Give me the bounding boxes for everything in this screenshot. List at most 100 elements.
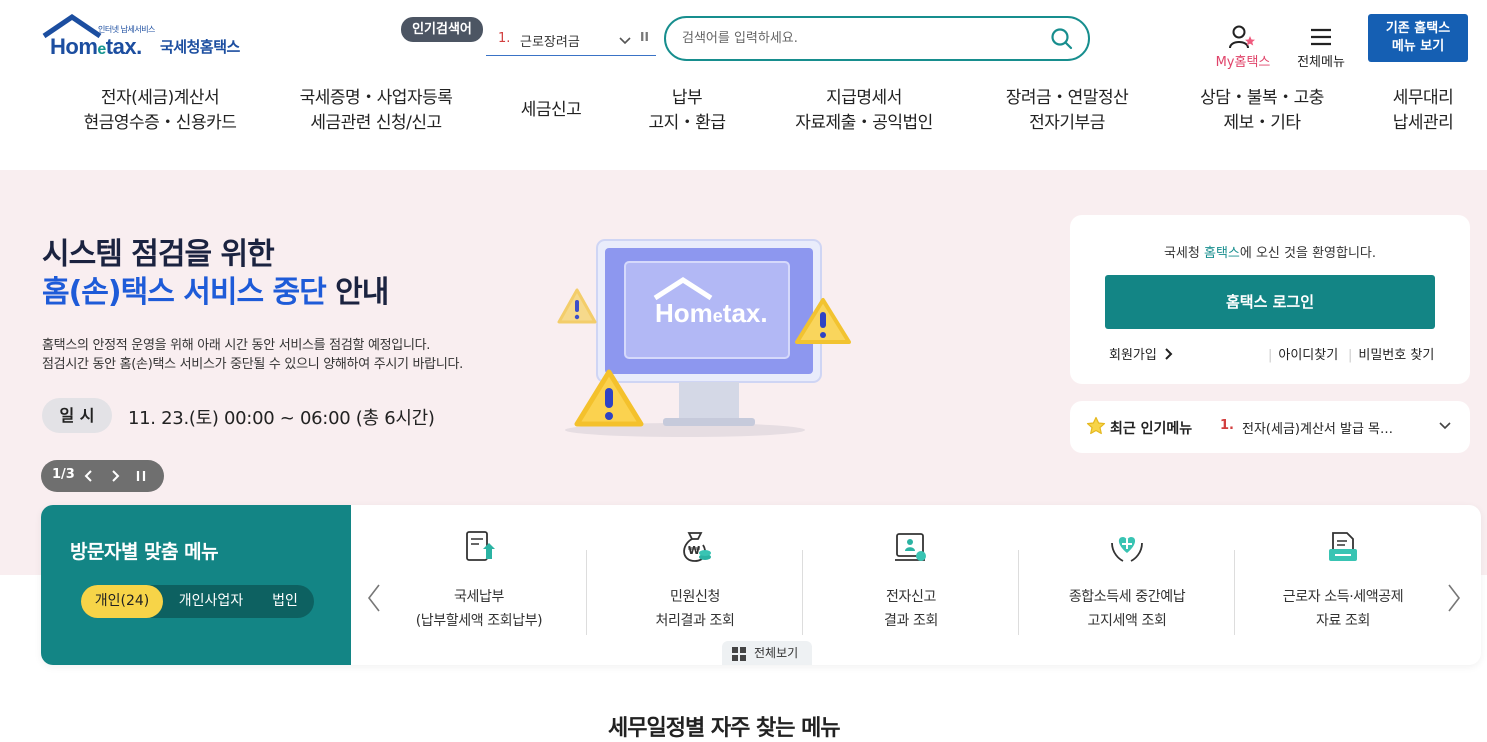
gnb-label: 국세증명・사업자등록 <box>299 88 453 108</box>
join-label: 회원가입 <box>1109 348 1157 363</box>
gnb-label: 납세관리 <box>1392 113 1454 133</box>
gnb-label: 납부 <box>671 88 703 108</box>
quick-menu-line: 자료 조회 <box>1316 613 1370 629</box>
welcome-pre: 국세청 <box>1163 246 1204 261</box>
recent-menu-label: 최근 인기메뉴 <box>1110 421 1193 437</box>
pause-icon[interactable] <box>135 469 147 483</box>
old-menu-line1: 기존 홈택스 <box>1385 21 1451 36</box>
gnb-item-statements[interactable]: 지급명세서자료제출・공익법인 <box>776 86 952 136</box>
quick-menu-line: 종합소득세 중간예납 <box>1068 589 1186 605</box>
chevron-right-icon <box>1165 348 1173 360</box>
gnb-item-consult[interactable]: 상담・불복・고충제보・기타 <box>1180 86 1344 136</box>
visitor-menu-panel: 방문자별 맞춤 메뉴 개인(24) 개인사업자 법인 국세납부 (납부할세액 조회… <box>41 505 1481 665</box>
popular-rank: 1. <box>498 31 511 46</box>
tab-individual[interactable]: 개인(24) <box>81 585 163 618</box>
gnb-label: 전자기부금 <box>1029 113 1105 133</box>
gnb-item-e-invoice[interactable]: 전자(세금)계산서현금영수증・신용카드 <box>62 86 258 136</box>
view-all-button[interactable]: 전체보기 <box>722 641 812 665</box>
welcome-post: 에 오신 것을 환영합니다. <box>1239 246 1377 261</box>
gnb-label: 상담・불복・고충 <box>1200 88 1324 108</box>
illus-logo: Hometax. <box>655 298 768 328</box>
gnb-label: 세금신고 <box>520 100 582 120</box>
hero-desc-line: 점검시간 동안 홈(손)택스 서비스가 중단될 수 있으니 양해하여 주시기 바… <box>42 357 463 372</box>
star-icon <box>1086 416 1106 435</box>
quick-menu-item[interactable]: 전자신고 결과 조회 <box>803 527 1019 637</box>
quick-menu-line: 고지세액 조회 <box>1087 613 1167 629</box>
search-box <box>664 16 1090 61</box>
search-icon[interactable] <box>1050 27 1074 51</box>
login-panel: 국세청 홈택스에 오신 것을 환영합니다. 홈택스 로그인 회원가입 | 아이디찾… <box>1070 215 1470 384</box>
gnb-label: 장려금・연말정산 <box>1005 88 1129 108</box>
chevron-left-icon[interactable] <box>83 469 95 483</box>
tab-sole-proprietor[interactable]: 개인사업자 <box>165 585 257 618</box>
my-hometax-label: My홈택스 <box>1215 55 1271 70</box>
chevron-down-icon[interactable] <box>1438 419 1452 433</box>
visitor-menu-header: 방문자별 맞춤 메뉴 개인(24) 개인사업자 법인 <box>41 505 351 665</box>
recent-popular-menu[interactable]: 최근 인기메뉴 1. 전자(세금)계산서 발급 목… <box>1070 401 1470 453</box>
section-title: 세무일정별 자주 찾는 메뉴 <box>608 716 841 741</box>
quick-menu-line: (납부할세액 조회납부) <box>415 613 543 629</box>
gnb-label: 지급명세서 <box>826 88 902 108</box>
hamburger-icon <box>1311 28 1331 46</box>
gnb-label: 현금영수증・신용카드 <box>83 113 237 133</box>
quick-menu-line: 근로자 소득·세액공제 <box>1282 589 1404 605</box>
gnb-item-incentive[interactable]: 장려금・연말정산전자기부금 <box>986 86 1148 136</box>
gnb-label: 세금관련 신청/신고 <box>310 113 442 133</box>
gnb-item-tax-filing[interactable]: 세금신고 <box>500 98 602 123</box>
find-id-label: 아이디찾기 <box>1278 348 1339 363</box>
quick-menu-item[interactable]: ₩ 민원신청 처리결과 조회 <box>587 527 803 637</box>
gnb-item-payment[interactable]: 납부고지・환급 <box>630 86 744 136</box>
recent-rank: 1. <box>1220 418 1234 433</box>
my-hometax-button[interactable]: My홈택스 <box>1205 24 1281 70</box>
all-menu-button[interactable]: 전체메뉴 <box>1290 24 1352 70</box>
quick-menu-label: 전자신고 결과 조회 <box>803 585 1019 633</box>
gnb-label: 제보・기타 <box>1223 113 1301 133</box>
quick-menu-item[interactable]: 근로자 소득·세액공제자료 조회 <box>1235 527 1451 637</box>
login-button[interactable]: 홈택스 로그인 <box>1105 275 1435 329</box>
popular-search-badge: 인기검색어 <box>401 17 483 42</box>
quick-menu-item[interactable]: 국세납부 (납부할세액 조회납부) <box>371 527 587 637</box>
pause-icon[interactable]: II <box>640 30 649 44</box>
visitor-type-tabs: 개인(24) 개인사업자 법인 <box>81 585 314 618</box>
gnb-label: 자료제출・공익법인 <box>795 113 933 133</box>
visitor-menu-title: 방문자별 맞춤 메뉴 <box>70 541 219 563</box>
find-password-link[interactable]: | 비밀번호 찾기 <box>1348 344 1434 363</box>
divider: | <box>1348 348 1353 363</box>
chevron-down-icon[interactable] <box>618 34 632 48</box>
popular-term[interactable]: 근로장려금 <box>520 31 580 50</box>
logo-wordmark: Hometax. <box>50 34 142 59</box>
main-navigation: 전자(세금)계산서현금영수증・신용카드 국세증명・사업자등록세금관련 신청/신고… <box>0 86 1487 138</box>
quick-menu-line: 전자신고 <box>886 589 936 605</box>
welcome-highlight: 홈택스 <box>1203 246 1240 261</box>
money-bag-icon: ₩ <box>683 532 711 562</box>
join-link[interactable]: 회원가입 <box>1109 344 1173 363</box>
gnb-item-certificate[interactable]: 국세증명・사업자등록세금관련 신청/신고 <box>276 86 476 136</box>
quick-menu-item[interactable]: 종합소득세 중간예납고지세액 조회 <box>1019 527 1235 637</box>
find-id-link[interactable]: | 아이디찾기 <box>1268 344 1338 363</box>
quick-menu-label: 근로자 소득·세액공제자료 조회 <box>1235 585 1451 633</box>
tax-payment-icon <box>466 531 495 561</box>
gnb-item-tax-agent[interactable]: 세무대리 납세관리 <box>1376 86 1470 136</box>
hero-title-tail: 안내 <box>325 275 389 310</box>
search-input[interactable] <box>682 28 1032 48</box>
quick-menu-label: 종합소득세 중간예납고지세액 조회 <box>1019 585 1235 633</box>
logo-korean-name: 국세청홈택스 <box>160 38 240 56</box>
hometax-logo[interactable]: 인터넷 납세서비스 Hometax. 국세청홈택스 <box>42 14 262 62</box>
maintenance-illustration: Hometax. <box>557 239 851 437</box>
old-menu-button[interactable]: 기존 홈택스 메뉴 보기 <box>1368 14 1468 62</box>
grid-icon <box>732 647 746 661</box>
find-password-label: 비밀번호 찾기 <box>1358 348 1435 363</box>
gnb-label: 고지・환급 <box>648 113 726 133</box>
heart-hands-icon <box>1111 537 1143 562</box>
welcome-message: 국세청 홈택스에 오신 것을 환영합니다. <box>1070 242 1470 261</box>
quick-menu-line: 민원신청 <box>670 589 720 605</box>
quick-menu-label: 국세납부 (납부할세액 조회납부) <box>371 585 587 633</box>
recent-item[interactable]: 전자(세금)계산서 발급 목… <box>1242 418 1393 437</box>
chevron-right-icon[interactable] <box>109 469 121 483</box>
gnb-label: 전자(세금)계산서 <box>100 88 220 108</box>
hero-title[interactable]: 시스템 점검을 위한 홈(손)택스 서비스 중단 안내 <box>42 236 389 312</box>
all-menu-label: 전체메뉴 <box>1297 55 1345 70</box>
tab-corporation[interactable]: 법인 <box>257 585 313 618</box>
popular-search-ticker[interactable]: 1. 근로장려금 II <box>486 26 656 56</box>
old-menu-line2: 메뉴 보기 <box>1391 39 1445 54</box>
